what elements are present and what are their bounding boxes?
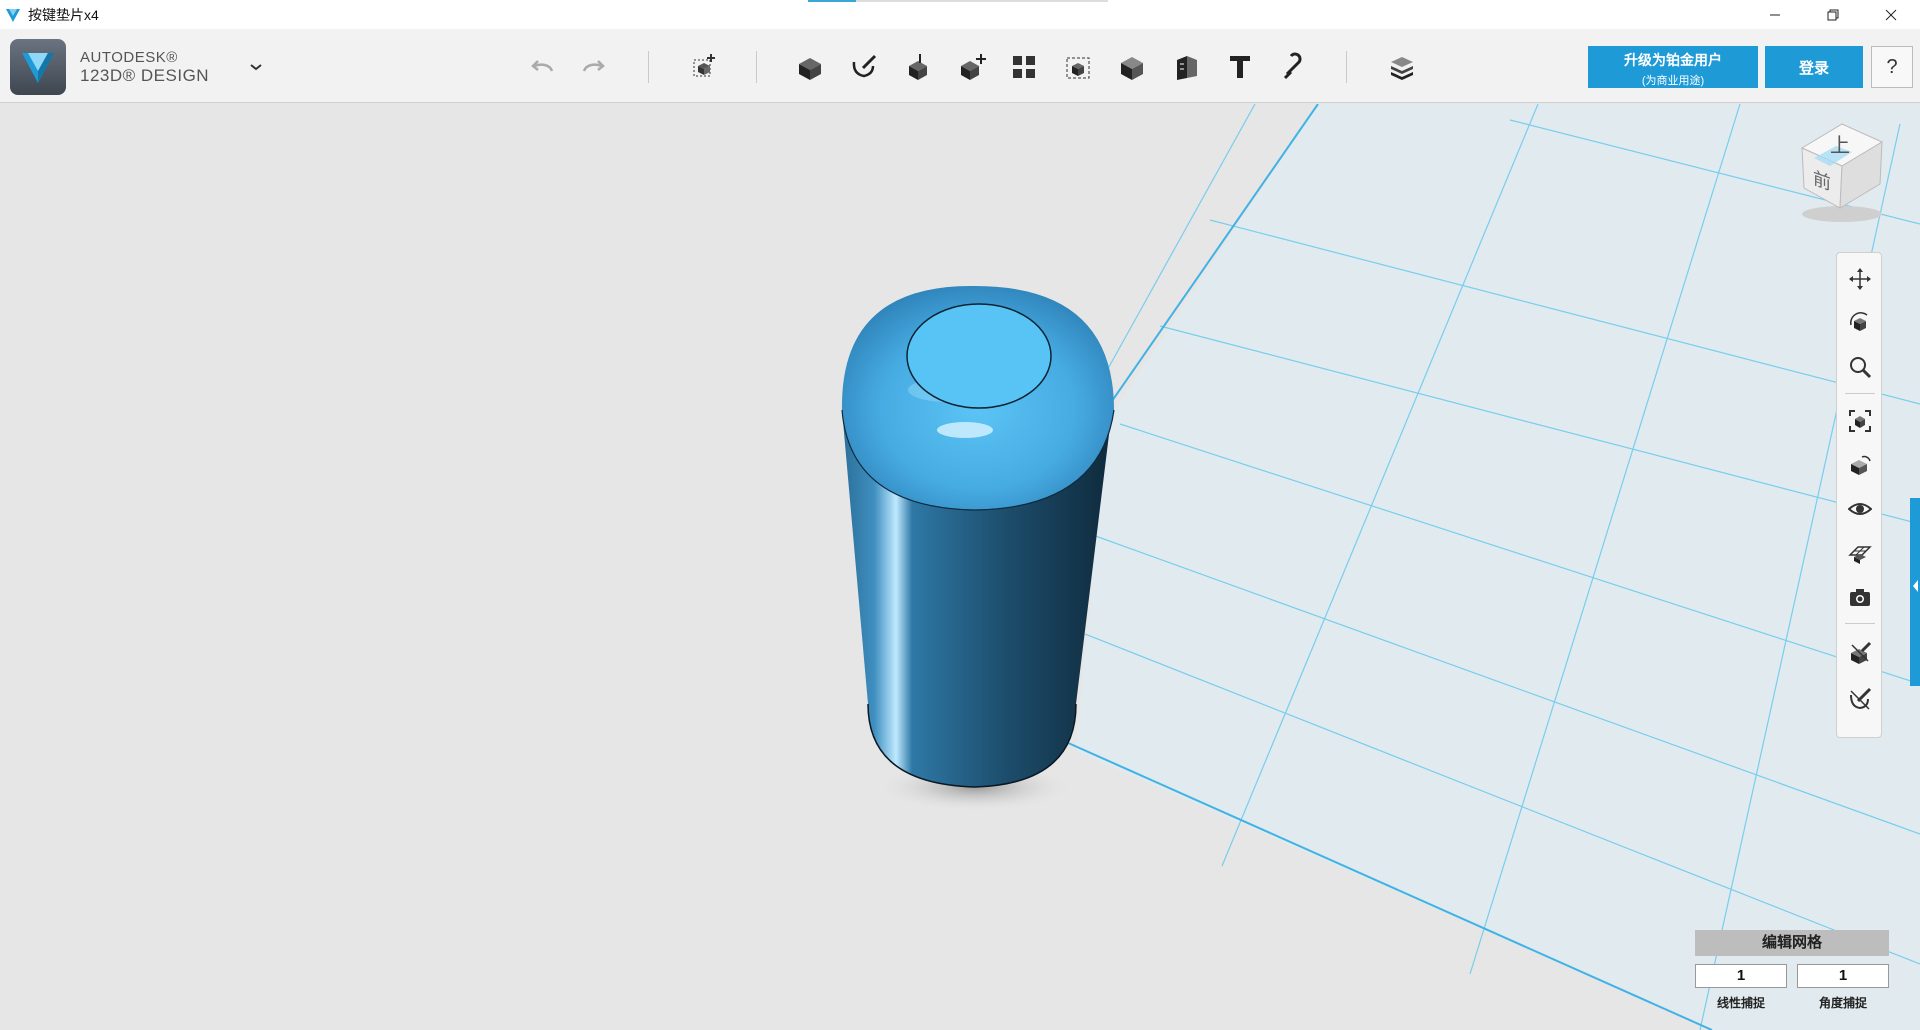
scene-canvas[interactable]: [0, 104, 1920, 1030]
autodesk-logo-icon: [22, 53, 54, 83]
angle-snap-label: 角度捕捉: [1818, 996, 1867, 1010]
brand-line1: AUTODESK®: [80, 49, 178, 66]
transform-icon[interactable]: [684, 47, 724, 87]
grouping-icon[interactable]: [1058, 47, 1098, 87]
app-logo-icon: [6, 8, 20, 22]
primitives-icon[interactable]: [790, 47, 830, 87]
viewcube-top-label: 上: [1830, 133, 1850, 157]
angle-snap-input[interactable]: 1: [1797, 964, 1889, 988]
view-icon[interactable]: [1846, 451, 1874, 479]
pattern-icon[interactable]: [1004, 47, 1044, 87]
upgrade-label: 升级为铂金用户: [1624, 52, 1722, 68]
measure-icon[interactable]: [1166, 47, 1206, 87]
linear-snap-label: 线性捕捉: [1716, 996, 1765, 1010]
camera-icon[interactable]: [1846, 583, 1874, 611]
brand-name: AUTODESK® 123D® DESIGN: [80, 49, 209, 85]
restore-icon[interactable]: [1804, 0, 1862, 29]
orbit-icon[interactable]: [1846, 309, 1874, 337]
linear-snap-input[interactable]: 1: [1695, 964, 1787, 988]
close-icon[interactable]: [1862, 0, 1920, 29]
upgrade-sublabel: (为商业用途): [1641, 75, 1705, 87]
ground-grid: [1044, 104, 1920, 1030]
material-visibility-icon[interactable]: [1846, 639, 1874, 667]
login-button[interactable]: 登录: [1765, 46, 1863, 88]
cylinder-model[interactable]: [841, 285, 1115, 788]
view-cube[interactable]: 上 前: [1792, 118, 1892, 228]
app-menu-logo[interactable]: [10, 39, 66, 95]
sketch-icon[interactable]: [844, 47, 884, 87]
edit-grid-button[interactable]: 编辑网格: [1695, 930, 1889, 956]
grid-icon[interactable]: [1846, 539, 1874, 567]
edit-grid-panel: 编辑网格 1 1 线性捕捉 角度捕捉: [1695, 930, 1889, 1011]
brand-line2: 123D® DESIGN: [80, 66, 210, 85]
window-title: 按键垫片x4: [28, 6, 99, 23]
fit-icon[interactable]: [1846, 407, 1874, 435]
outline-icon[interactable]: [1846, 685, 1874, 713]
3d-viewport[interactable]: 上 前: [0, 104, 1920, 1030]
visibility-icon[interactable]: [1846, 495, 1874, 523]
navigation-bar: [1836, 252, 1882, 738]
modify-icon[interactable]: [952, 47, 992, 87]
main-toolbar: AUTODESK® 123D® DESIGN 升级为铂金用户 (为商业用途) 登…: [0, 29, 1920, 103]
undo-icon[interactable]: [522, 47, 562, 87]
upgrade-button[interactable]: 升级为铂金用户 (为商业用途): [1588, 46, 1758, 88]
help-button[interactable]: ?: [1871, 46, 1913, 88]
construct-icon[interactable]: [898, 47, 938, 87]
pan-icon[interactable]: [1846, 265, 1874, 293]
chevron-down-icon[interactable]: [246, 57, 266, 77]
snap-icon[interactable]: [1274, 47, 1314, 87]
title-bar: 按键垫片x4: [0, 0, 1920, 29]
text-icon[interactable]: [1220, 47, 1260, 87]
redo-icon[interactable]: [574, 47, 614, 87]
zoom-icon[interactable]: [1846, 353, 1874, 381]
minimize-icon[interactable]: [1746, 0, 1804, 29]
loading-progress-bar: [808, 0, 1108, 2]
side-panel-tab[interactable]: [1910, 498, 1920, 686]
combine-icon[interactable]: [1112, 47, 1152, 87]
material-icon[interactable]: [1382, 47, 1422, 87]
